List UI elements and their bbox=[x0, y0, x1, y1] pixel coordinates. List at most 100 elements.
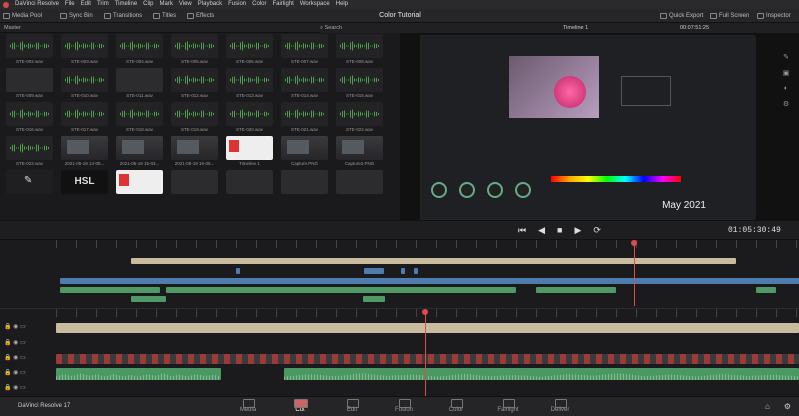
stop-icon[interactable]: ■ bbox=[557, 225, 562, 236]
timeline-ruler[interactable] bbox=[56, 240, 799, 248]
audio-clip[interactable] bbox=[60, 287, 160, 293]
page-fusion[interactable]: Fusion bbox=[378, 397, 430, 413]
home-icon[interactable]: ⌂ bbox=[765, 402, 770, 411]
loop-icon[interactable]: ⟳ bbox=[593, 225, 601, 236]
media-clip[interactable]: STE-015.wav bbox=[334, 68, 385, 102]
clip[interactable] bbox=[364, 268, 384, 274]
media-clip[interactable]: STE-006.wav bbox=[224, 34, 275, 68]
media-clip[interactable]: STE-021.wav bbox=[279, 102, 330, 136]
media-clip[interactable]: STE-016.wav bbox=[4, 102, 55, 136]
media-clip[interactable]: ✎ bbox=[4, 170, 55, 204]
titles-button[interactable]: Titles bbox=[153, 9, 176, 23]
clip[interactable] bbox=[401, 268, 405, 274]
track-header-v1[interactable]: 🔒 ◉ ▭ bbox=[0, 354, 54, 361]
media-clip[interactable]: Capture2.PNG bbox=[334, 136, 385, 170]
media-clip[interactable]: STE-020.wav bbox=[224, 102, 275, 136]
audio-clip[interactable] bbox=[363, 296, 385, 302]
media-clip[interactable]: STE-019.wav bbox=[169, 102, 220, 136]
audio-clip[interactable] bbox=[756, 287, 776, 293]
viewer-frame[interactable]: May 2021 bbox=[420, 35, 756, 220]
media-clip[interactable]: STE-012.wav bbox=[169, 68, 220, 102]
media-clip[interactable] bbox=[169, 170, 220, 204]
main-video-clip[interactable] bbox=[60, 278, 799, 284]
inspector-button[interactable]: Inspector bbox=[757, 9, 791, 23]
menu-timeline[interactable]: Timeline bbox=[115, 0, 137, 9]
menu-davinci[interactable]: DaVinci Resolve bbox=[15, 0, 59, 9]
media-clip[interactable]: 2021-05-19 14-08... bbox=[59, 136, 110, 170]
track-header-v2[interactable]: 🔒 ◉ ▭ bbox=[0, 339, 54, 346]
menu-file[interactable]: File bbox=[65, 0, 75, 9]
media-clip[interactable]: STE-018.wav bbox=[114, 102, 165, 136]
sync-bin-button[interactable]: Sync Bin bbox=[60, 9, 93, 23]
tool-icon[interactable]: ⚙ bbox=[783, 100, 789, 108]
menu-help[interactable]: Help bbox=[336, 0, 348, 9]
track-header-a1[interactable]: 🔒 ◉ ▭ bbox=[0, 369, 54, 376]
page-edit[interactable]: Edit bbox=[326, 397, 378, 413]
menu-fusion[interactable]: Fusion bbox=[228, 0, 246, 9]
audio-clip[interactable] bbox=[536, 287, 616, 293]
quick-export-button[interactable]: Quick Export bbox=[660, 9, 703, 23]
video-clip[interactable] bbox=[56, 354, 799, 364]
media-clip[interactable]: Capture.PNG bbox=[279, 136, 330, 170]
page-media[interactable]: Media bbox=[222, 397, 274, 413]
media-clip[interactable]: STE-017.wav bbox=[59, 102, 110, 136]
media-clip[interactable]: 2021-05-19 15-05... bbox=[169, 136, 220, 170]
settings-icon[interactable]: ⚙ bbox=[784, 402, 791, 411]
menu-edit[interactable]: Edit bbox=[81, 0, 91, 9]
audio-clip[interactable] bbox=[284, 368, 799, 380]
page-color[interactable]: Color bbox=[430, 397, 482, 413]
menu-clip[interactable]: Clip bbox=[143, 0, 153, 9]
transitions-button[interactable]: Transitions bbox=[104, 9, 142, 23]
media-clip[interactable]: 2021-05-19 15-03... bbox=[114, 136, 165, 170]
media-clip[interactable] bbox=[224, 170, 275, 204]
upper-timeline[interactable] bbox=[0, 240, 799, 306]
page-cut[interactable]: Cut bbox=[274, 397, 326, 413]
media-pool-button[interactable]: Media Pool bbox=[3, 9, 42, 23]
tool-icon[interactable]: ▣ bbox=[783, 69, 790, 77]
media-clip[interactable]: STE-010.wav bbox=[59, 68, 110, 102]
track-header-v3[interactable]: 🔒 ◉ ▭ bbox=[0, 323, 54, 330]
media-clip[interactable]: Timeline 1 bbox=[224, 136, 275, 170]
menu-mark[interactable]: Mark bbox=[160, 0, 173, 9]
media-clip[interactable]: STE-014.wav bbox=[279, 68, 330, 102]
timeline-name[interactable]: Timeline 1 bbox=[563, 23, 588, 33]
effects-button[interactable]: Effects bbox=[187, 9, 214, 23]
playhead-handle[interactable] bbox=[631, 240, 637, 246]
menu-fairlight[interactable]: Fairlight bbox=[272, 0, 293, 9]
full-screen-button[interactable]: Full Screen bbox=[710, 9, 749, 23]
page-deliver[interactable]: Deliver bbox=[534, 397, 586, 413]
media-clip[interactable]: STE-023.wav bbox=[4, 136, 55, 170]
menu-color[interactable]: Color bbox=[252, 0, 266, 9]
menu-playback[interactable]: Playback bbox=[198, 0, 222, 9]
media-clip[interactable]: STE-005.wav bbox=[169, 34, 220, 68]
play-icon[interactable]: ▶ bbox=[574, 225, 581, 236]
skip-back-icon[interactable]: ⏮ bbox=[518, 225, 526, 236]
clip[interactable] bbox=[236, 268, 240, 274]
media-clip[interactable]: STE-013.wav bbox=[224, 68, 275, 102]
audio-clip[interactable] bbox=[56, 368, 221, 380]
media-clip[interactable]: STE-004.wav bbox=[114, 34, 165, 68]
tool-icon[interactable]: ◐ bbox=[784, 85, 788, 92]
media-clip[interactable]: STE-008.wav bbox=[334, 34, 385, 68]
media-clip[interactable] bbox=[279, 170, 330, 204]
media-clip[interactable]: STE-011.wav bbox=[114, 68, 165, 102]
title-clip[interactable] bbox=[131, 258, 736, 264]
menu-trim[interactable]: Trim bbox=[97, 0, 109, 9]
page-fairlight[interactable]: Fairlight bbox=[482, 397, 534, 413]
media-clip[interactable]: STE-003.wav bbox=[59, 34, 110, 68]
media-clip[interactable]: STE-022.wav bbox=[334, 102, 385, 136]
lower-timeline[interactable]: 🔒 ◉ ▭ 🔒 ◉ ▭ 🔒 ◉ ▭ 🔒 ◉ ▭ 🔒 ◉ ▭ bbox=[0, 308, 799, 397]
media-clip[interactable]: HSL bbox=[59, 170, 110, 204]
pool-search[interactable]: ⌕ Search bbox=[320, 23, 400, 33]
play-reverse-icon[interactable]: ◀ bbox=[538, 225, 545, 236]
title-clip[interactable] bbox=[56, 323, 799, 333]
menu-view[interactable]: View bbox=[179, 0, 192, 9]
playhead-handle[interactable] bbox=[422, 309, 428, 315]
audio-clip[interactable] bbox=[166, 287, 516, 293]
media-clip[interactable] bbox=[334, 170, 385, 204]
track-header-a2[interactable]: 🔒 ◉ ▭ bbox=[0, 384, 54, 391]
media-clip[interactable]: STE-007.wav bbox=[279, 34, 330, 68]
clip[interactable] bbox=[414, 268, 418, 274]
menu-workspace[interactable]: Workspace bbox=[300, 0, 330, 9]
media-clip[interactable]: STE-002.wav bbox=[4, 34, 55, 68]
